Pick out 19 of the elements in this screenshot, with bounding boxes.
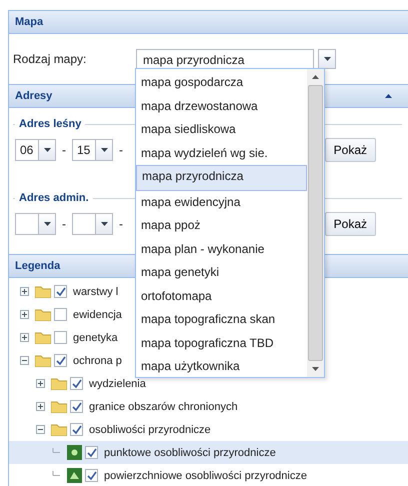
layer-label: granice obszarów chronionych [88, 400, 238, 412]
layer-label: genetyka [72, 332, 118, 344]
map-type-label: Rodzaj mapy: [13, 52, 88, 66]
separator-text: - [61, 143, 67, 157]
layer-label: osobliwości przyrodnicze [88, 424, 211, 436]
layer-label: ochrona p [72, 354, 122, 366]
separator-text: - [61, 217, 67, 231]
panel-title: Mapa [15, 16, 44, 28]
layer-label: wydzielenia [88, 378, 146, 390]
layer-label: ewidencja [72, 308, 122, 320]
layer-label: powierzchniowe osobliwości przyrodnicze [103, 470, 307, 482]
separator-text: - [118, 143, 124, 157]
layer-label: warstwy l [72, 286, 118, 298]
group-legend: Adres admin. [15, 192, 93, 204]
layer-label: punktowe osobliwości przyrodnicze [103, 446, 276, 458]
panel-title: Legenda [15, 260, 60, 272]
separator-text: - [118, 217, 124, 231]
group-legend: Adres leśny [15, 118, 86, 130]
panel-title: Adresy [15, 90, 52, 102]
